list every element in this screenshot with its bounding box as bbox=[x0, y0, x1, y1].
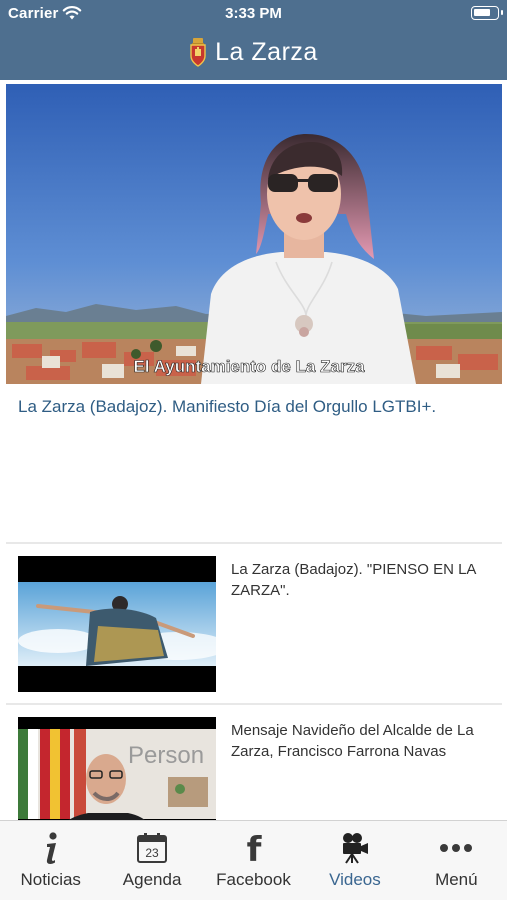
battery-icon bbox=[471, 6, 503, 20]
video-camera-icon bbox=[304, 831, 405, 865]
tab-label: Noticias bbox=[20, 870, 81, 889]
battery-fill bbox=[474, 9, 490, 16]
video-thumbnail bbox=[18, 556, 216, 692]
info-icon bbox=[0, 831, 101, 865]
video-thumbnail-image bbox=[18, 556, 216, 692]
facebook-glyph: f bbox=[246, 831, 262, 865]
tab-videos[interactable]: Videos bbox=[304, 821, 405, 900]
tab-label: Agenda bbox=[122, 870, 182, 889]
thumb-banner-text: Person bbox=[128, 742, 204, 769]
featured-overlay-caption: El Ayuntamiento de La Zarza bbox=[133, 357, 365, 376]
screen: Carrier 3:33 PM La Zarza El Ayuntamiento… bbox=[0, 0, 507, 900]
status-bar: Carrier 3:33 PM bbox=[0, 0, 507, 28]
tab-label: Facebook bbox=[216, 870, 291, 889]
tab-bar: Noticias 23 Agenda f Facebook Videos Men… bbox=[0, 820, 507, 900]
video-list-item[interactable]: La Zarza (Badajoz). "PIENSO EN LA ZARZA"… bbox=[6, 544, 502, 704]
featured-video-thumbnail[interactable]: El Ayuntamiento de La Zarza bbox=[6, 84, 502, 384]
title-row: La Zarza bbox=[0, 30, 507, 74]
video-title: Mensaje Navideño del Alcalde de La Zarza… bbox=[231, 722, 474, 760]
tab-label: Videos bbox=[329, 870, 381, 889]
page-title: La Zarza bbox=[215, 37, 318, 66]
tab-label: Menú bbox=[435, 870, 478, 889]
tab-facebook[interactable]: f Facebook bbox=[203, 821, 304, 900]
clock: 3:33 PM bbox=[225, 5, 282, 22]
facebook-icon: f bbox=[203, 831, 304, 865]
coat-of-arms-icon bbox=[190, 38, 206, 67]
header: Carrier 3:33 PM La Zarza bbox=[0, 0, 507, 80]
more-icon bbox=[406, 831, 507, 865]
video-title: La Zarza (Badajoz). "PIENSO EN LA ZARZA"… bbox=[231, 561, 476, 599]
tab-menu[interactable]: Menú bbox=[406, 821, 507, 900]
tab-noticias[interactable]: Noticias bbox=[0, 821, 101, 900]
featured-video-image: El Ayuntamiento de La Zarza bbox=[6, 84, 502, 384]
calendar-icon: 23 bbox=[101, 831, 202, 865]
calendar-icon-date: 23 bbox=[145, 846, 159, 860]
tab-agenda[interactable]: 23 Agenda bbox=[101, 821, 202, 900]
featured-video-title[interactable]: La Zarza (Badajoz). Manifiesto Día del O… bbox=[18, 396, 488, 418]
